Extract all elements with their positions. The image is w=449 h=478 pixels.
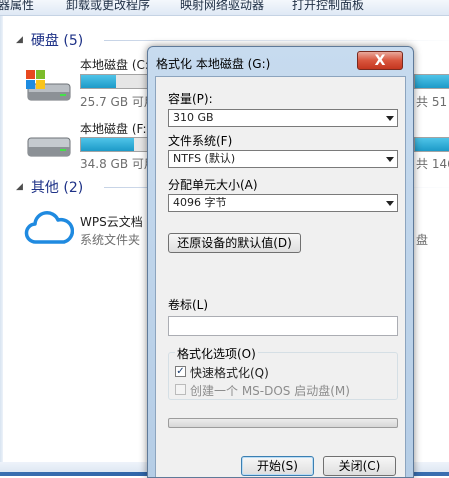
wps-cloud-docs-type: 系统文件夹 (80, 233, 141, 247)
toolbar-map-network-drive[interactable]: 映射网络驱动器 (180, 0, 264, 13)
explorer-window: 器属性 卸载或更改程序 映射网络驱动器 打开控制面板 ◢ 硬盘 (5) 本地磁盘… (0, 0, 449, 478)
format-options-label: 格式化选项(O) (175, 345, 258, 362)
drive-c-name[interactable]: 本地磁盘 (C:) (80, 56, 154, 73)
hard-drive-icon[interactable] (24, 128, 72, 168)
toolbar-uninstall-program[interactable]: 卸载或更改程序 (66, 0, 150, 13)
wps-cloud-docs-name[interactable]: WPS云文档 (80, 213, 143, 230)
wps-cloud-icon[interactable] (24, 210, 74, 246)
drive-c-usage-fill (81, 75, 116, 88)
capacity-value: 310 GB (173, 111, 214, 124)
dialog-title: 格式化 本地磁盘 (G:) (156, 57, 271, 71)
dialog-close-button[interactable]: X (357, 51, 403, 70)
drive-right-size-2: 共 146 (416, 157, 449, 171)
navigation-pane-edge (0, 16, 3, 476)
command-bar: 器属性 卸载或更改程序 映射网络驱动器 打开控制面板 (0, 0, 449, 16)
allocation-unit-value: 4096 字节 (173, 196, 227, 209)
chevron-down-icon (386, 201, 394, 206)
chevron-down-icon (386, 157, 394, 162)
group-divider (104, 40, 449, 41)
allocation-unit-label: 分配单元大小(A) (168, 178, 258, 192)
toolbar-system-properties[interactable]: 器属性 (0, 0, 34, 13)
hard-drive-windows-icon[interactable] (24, 68, 72, 108)
volume-label-label: 卷标(L) (168, 298, 209, 312)
group-header-other[interactable]: ◢ 其他 (2) (16, 177, 449, 197)
filesystem-label: 文件系统(F) (168, 134, 233, 148)
quick-format-label[interactable]: 快速格式化(Q) (190, 364, 269, 381)
drive-f-usage-bar (80, 137, 152, 152)
allocation-unit-select[interactable]: 4096 字节 (168, 194, 398, 212)
dialog-body: 容量(P): 310 GB 文件系统(F) NTFS (默认) 分配单元大小(A… (155, 76, 406, 477)
msdos-startup-label: 创建一个 MS-DOS 启动盘(M) (190, 384, 350, 398)
drive-f-name[interactable]: 本地磁盘 (F:) (80, 120, 151, 137)
group-header-hard-drives[interactable]: ◢ 硬盘 (5) (16, 30, 449, 50)
drive-right-usage-bar-2 (414, 137, 449, 152)
group-label-other: 其他 (2) (30, 180, 84, 196)
restore-defaults-button[interactable]: 还原设备的默认值(D) (168, 233, 301, 253)
format-dialog: 格式化 本地磁盘 (G:) X 容量(P): 310 GB 文件系统(F) NT… (147, 46, 414, 478)
msdos-startup-checkbox[interactable] (175, 384, 186, 395)
capacity-label: 容量(P): (168, 92, 213, 106)
format-options-group: 格式化选项(O) ✓ 快速格式化(Q) 创建一个 MS-DOS 启动盘(M) (168, 345, 398, 400)
collapse-arrow-icon[interactable]: ◢ (16, 182, 23, 192)
toolbar-open-control-panel[interactable]: 打开控制面板 (292, 0, 364, 13)
drive-f-usage-fill (81, 138, 135, 151)
collapse-arrow-icon[interactable]: ◢ (16, 35, 23, 45)
filesystem-value: NTFS (默认) (173, 152, 236, 165)
close-icon: X (374, 52, 386, 69)
volume-label-input[interactable] (168, 316, 398, 336)
chevron-down-icon (386, 116, 394, 121)
other-right-text: 盘 (416, 233, 429, 247)
capacity-select[interactable]: 310 GB (168, 109, 398, 127)
start-button[interactable]: 开始(S) (241, 456, 314, 476)
filesystem-select[interactable]: NTFS (默认) (168, 150, 398, 168)
quick-format-checkbox[interactable]: ✓ (175, 366, 186, 377)
close-button[interactable]: 关闭(C) (323, 456, 396, 476)
drive-right-usage-bar-1 (414, 74, 449, 89)
format-progress-bar (168, 418, 398, 428)
drive-right-size-1: 共 51 (416, 95, 448, 109)
drive-c-usage-bar (80, 74, 152, 89)
group-label-hard-drives: 硬盘 (5) (30, 33, 84, 49)
